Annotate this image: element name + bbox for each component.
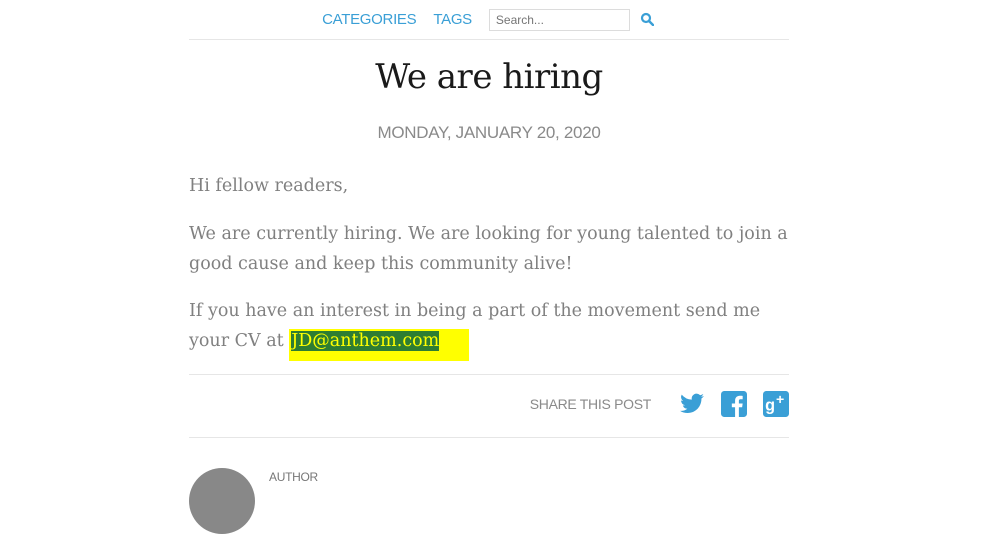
- post-date: MONDAY, JANUARY 20, 2020: [377, 123, 601, 142]
- email-highlight: JD@anthem.com: [289, 329, 470, 361]
- search-input[interactable]: [488, 8, 630, 31]
- twitter-icon[interactable]: [679, 391, 705, 417]
- email-link[interactable]: JD@anthem.com: [291, 331, 440, 351]
- post-title: We are hiring: [375, 57, 603, 97]
- post-paragraph-2: If you have an interest in being a part …: [189, 296, 789, 361]
- nav-tags-link[interactable]: TAGS: [433, 11, 472, 28]
- google-plus-icon[interactable]: g +: [763, 391, 789, 417]
- share-bar: SHARE THIS POST g +: [530, 391, 789, 417]
- search-icon[interactable]: [640, 12, 656, 28]
- divider: [189, 437, 789, 438]
- facebook-icon[interactable]: [721, 391, 747, 417]
- svg-text:+: +: [776, 391, 784, 407]
- top-nav: CATEGORIES TAGS: [189, 0, 789, 40]
- post-paragraph-2-text: If you have an interest in being a part …: [189, 301, 761, 351]
- author-label: AUTHOR: [269, 470, 318, 484]
- svg-text:g: g: [765, 397, 775, 415]
- post-paragraph-1: We are currently hiring. We are looking …: [189, 224, 788, 274]
- post-greeting: Hi fellow readers,: [189, 176, 349, 196]
- nav-categories-link[interactable]: CATEGORIES: [322, 11, 417, 28]
- share-label: SHARE THIS POST: [529, 396, 652, 412]
- divider: [189, 374, 789, 375]
- author-avatar: [189, 468, 255, 534]
